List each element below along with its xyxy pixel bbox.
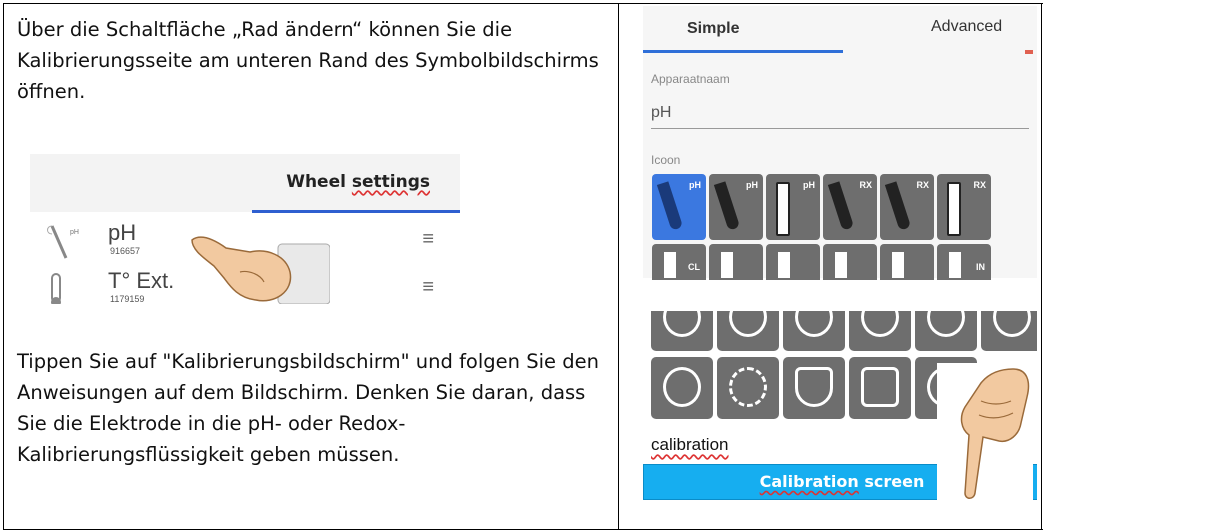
icon-option-rx-tube[interactable]: RX xyxy=(937,174,991,240)
snowflake-icon xyxy=(835,252,847,278)
device-name-field[interactable]: pH xyxy=(651,104,671,122)
icon-option-lamp[interactable] xyxy=(783,297,845,351)
sun-icon xyxy=(892,252,904,278)
thermometer-icon xyxy=(51,273,61,304)
wheel-row-name: pH xyxy=(108,220,137,245)
icon-tag: RX xyxy=(973,180,986,190)
pointing-hand-icon xyxy=(937,363,1033,501)
icon-tag: CL xyxy=(688,262,700,272)
icon-option-rx-probe[interactable]: RX xyxy=(823,174,877,240)
icon-option-pump[interactable] xyxy=(651,297,713,351)
icon-option-thermo-sun[interactable] xyxy=(880,244,934,280)
tab-simple[interactable]: Simple xyxy=(687,20,739,38)
icon-option-ph-probe[interactable]: pH xyxy=(652,174,706,240)
wheel-title-part1: Wheel xyxy=(286,172,352,192)
icon-picker-label: Icoon xyxy=(651,153,681,167)
icon-tag: pH xyxy=(803,180,815,190)
instruction-paragraph-2: Tippen Sie auf "Kalibrierungsbildschirm"… xyxy=(17,350,599,466)
icon-tag: pH xyxy=(689,180,701,190)
icon-tag: RX xyxy=(859,180,872,190)
table-top-border xyxy=(3,3,1043,4)
wheel-settings-title[interactable]: Wheel settings xyxy=(286,172,430,192)
thermometer-icon xyxy=(721,252,733,278)
device-name-underline xyxy=(651,128,1029,129)
probe-icon xyxy=(827,181,855,231)
icon-option-thermo[interactable] xyxy=(766,244,820,280)
icon-option-watt[interactable] xyxy=(849,297,911,351)
probe-icon xyxy=(656,181,684,231)
table-middle-border xyxy=(618,3,619,530)
pump-icon xyxy=(729,297,767,337)
wheel-tab-indicator xyxy=(252,210,460,213)
ph-probe-icon: pH xyxy=(47,225,79,259)
table-left-border xyxy=(3,3,4,530)
tube-icon xyxy=(664,252,676,278)
bulb-icon xyxy=(663,367,701,407)
icon-option-thermo-water[interactable] xyxy=(709,244,763,280)
icon-option-gear[interactable] xyxy=(717,357,779,419)
drag-menu-icon[interactable]: ≡ xyxy=(422,228,434,251)
network-icon xyxy=(927,297,965,337)
calibration-button-rest: screen xyxy=(858,472,925,491)
calibration-button-word: Calibration xyxy=(759,472,859,491)
light-icon xyxy=(795,297,833,337)
icon-option-ph-tube[interactable]: pH xyxy=(766,174,820,240)
drag-menu-icon[interactable]: ≡ xyxy=(422,276,434,299)
pointing-hand-icon xyxy=(191,236,330,304)
graph-icon xyxy=(861,367,899,407)
icon-tag: RX xyxy=(916,180,929,190)
device-name-label: Apparaatnaam xyxy=(651,72,730,86)
ph-icon-tag: pH xyxy=(70,229,79,236)
wheel-row-serial: 1179159 xyxy=(110,294,145,304)
icon-option-chart[interactable] xyxy=(849,357,911,419)
power-icon xyxy=(861,297,899,337)
icon-tag: IN xyxy=(976,262,985,272)
icon-list-lower: calibration Calibration screen xyxy=(643,297,1037,526)
tab-indicator xyxy=(643,50,843,53)
pump-icon xyxy=(663,297,701,337)
thermometer-icon xyxy=(949,252,961,278)
tab-advanced[interactable]: Advanced xyxy=(931,18,1002,36)
wheel-header: Wheel settings xyxy=(30,154,460,212)
tube-icon xyxy=(776,182,790,236)
probe-icon xyxy=(713,181,741,231)
probe-icon xyxy=(884,181,912,231)
icon-option-rx-electrode[interactable]: RX xyxy=(880,174,934,240)
icon-option-ph-electrode[interactable]: pH xyxy=(709,174,763,240)
wheel-row-serial: 916657 xyxy=(110,246,141,256)
icon-option-dial[interactable] xyxy=(981,297,1037,351)
wheel-row-name: T° Ext. xyxy=(108,268,175,293)
gear-icon xyxy=(729,367,767,407)
icon-option-bulb[interactable] xyxy=(651,357,713,419)
thermometer-icon xyxy=(778,252,790,278)
icon-tag: pH xyxy=(746,180,758,190)
wheel-settings-screenshot: Wheel settings pH pH 916657 ≡ T° Ext. 11… xyxy=(30,154,460,304)
tube-icon xyxy=(947,182,961,236)
wheel-title-part2: settings xyxy=(351,172,430,192)
table-right-border xyxy=(1041,3,1042,530)
icon-option-network[interactable] xyxy=(915,297,977,351)
flask-icon xyxy=(795,367,833,407)
icon-option-pump-watt[interactable] xyxy=(717,297,779,351)
icon-option-thermo-in[interactable]: IN xyxy=(937,244,991,280)
tab-edge-accent xyxy=(1025,50,1033,54)
dial-icon xyxy=(993,297,1031,337)
icon-option-thermo-snow[interactable] xyxy=(823,244,877,280)
icon-option-flask[interactable] xyxy=(783,357,845,419)
app-screenshot: Simple Advanced Apparaatnaam pH Icoon pH… xyxy=(621,6,1037,526)
calibration-label: calibration xyxy=(651,435,729,454)
icon-option-cl[interactable]: CL xyxy=(652,244,706,280)
instruction-paragraph-1: Über die Schaltfläche „Rad ändern“ könne… xyxy=(17,18,599,103)
